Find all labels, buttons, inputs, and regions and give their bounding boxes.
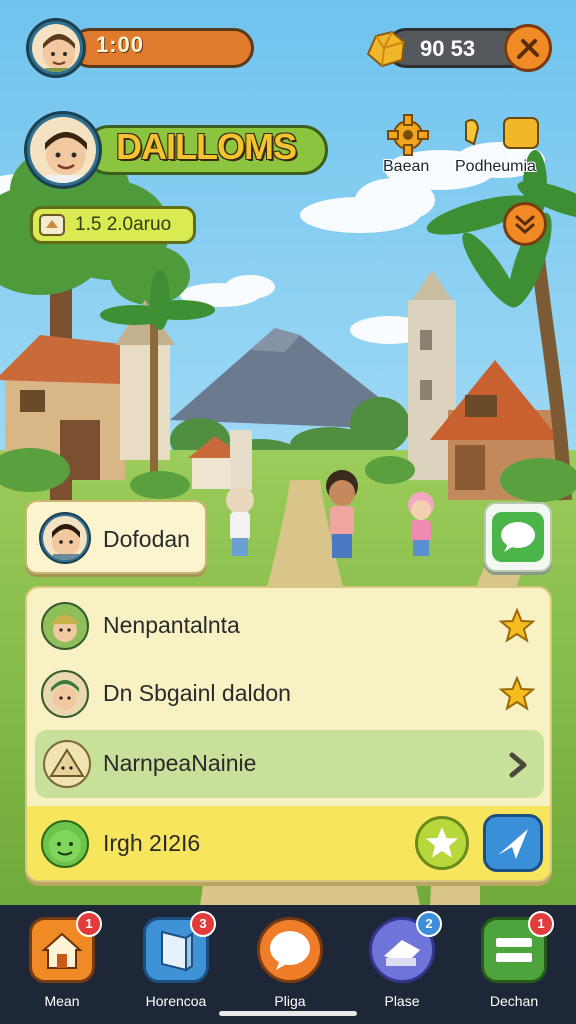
player-avatar-large[interactable] (24, 111, 102, 189)
nav-badge-menu: 1 (528, 911, 554, 937)
nav-item-chat[interactable]: Pliga (250, 917, 330, 1017)
top-icon-label-2: Podheumia (455, 158, 536, 175)
player-card-name: Dofodan (103, 526, 190, 552)
star-icon[interactable] (499, 608, 535, 644)
speech-bubble-icon (270, 931, 310, 970)
player-card-avatar (39, 512, 91, 564)
list-item-selected[interactable]: NarnpeaNainie (35, 730, 544, 798)
nav-label-hat: Plase (384, 993, 420, 1009)
nav-item-hat[interactable]: 2 Plase (362, 911, 442, 1017)
home-indicator[interactable] (219, 1011, 357, 1016)
house-avatar (43, 740, 91, 788)
quest-button[interactable] (503, 202, 547, 246)
gear-icon (387, 114, 429, 156)
chat-button[interactable] (484, 502, 552, 572)
gift-icon (465, 117, 539, 149)
nav-item-book[interactable]: 3 Horencoa (136, 911, 216, 1017)
double-chevron-down-icon (515, 215, 535, 234)
chat-bubble-icon (492, 512, 544, 562)
bottom-navigation: 1 Mean 3 Horencoa Pliga 2 Plase 1 Dechan (0, 905, 576, 1024)
list-item[interactable]: Dn Sbgainl daldon (27, 660, 550, 728)
nav-badge-book: 3 (190, 911, 216, 937)
gold-ore-icon (362, 24, 410, 76)
send-button[interactable] (483, 814, 543, 872)
tools-icon (517, 39, 539, 59)
nav-button-chat[interactable] (257, 917, 323, 983)
list-item-label: Dn Sbgainl daldon (103, 680, 291, 706)
coin-amount: 1:00 (96, 32, 145, 57)
nav-item-home[interactable]: 1 Mean (22, 911, 102, 1017)
villager-avatar (41, 602, 89, 650)
level-value: 1.5 2.0aruo (75, 214, 172, 235)
settings-round-button[interactable] (504, 24, 552, 72)
list-item-label: Nenpantalnta (103, 612, 240, 638)
gem-counter[interactable]: 90 53 (362, 20, 562, 80)
slime-avatar (41, 820, 89, 868)
nav-label-menu: Dechan (489, 993, 539, 1009)
star-icon[interactable] (499, 676, 535, 712)
player-card[interactable]: Dofodan (25, 500, 207, 574)
nav-badge-home: 1 (76, 911, 102, 937)
star-round-button[interactable] (415, 816, 469, 870)
list-item-label: NarnpeaNainie (103, 750, 257, 776)
gem-amount: 90 53 (420, 36, 476, 61)
quest-list-panel: Nenpantalnta Dn Sbgainl daldon NarnpeaNa… (25, 586, 552, 882)
nav-label-chat: Pliga (274, 993, 306, 1009)
player-name: DAILLOMS (116, 126, 297, 167)
nav-badge-hat: 2 (416, 911, 442, 937)
ticket-icon (38, 212, 66, 242)
nav-label-book: Horencoa (145, 993, 207, 1009)
coin-counter[interactable]: 1:00 (26, 18, 254, 80)
nav-item-menu[interactable]: 1 Dechan (474, 911, 554, 1017)
top-icon-label-1: Baean (383, 158, 430, 175)
paper-plane-icon (498, 829, 528, 859)
list-item[interactable]: Irgh 2I2I6 (27, 806, 550, 880)
player-avatar-small[interactable] (26, 18, 86, 78)
chevron-right-icon[interactable] (503, 750, 533, 780)
warrior-avatar (41, 670, 89, 718)
star-icon (426, 827, 458, 858)
list-item[interactable]: Nenpantalnta (27, 592, 550, 660)
list-item-label: Irgh 2I2I6 (103, 830, 201, 856)
nav-label-home: Mean (44, 993, 80, 1009)
